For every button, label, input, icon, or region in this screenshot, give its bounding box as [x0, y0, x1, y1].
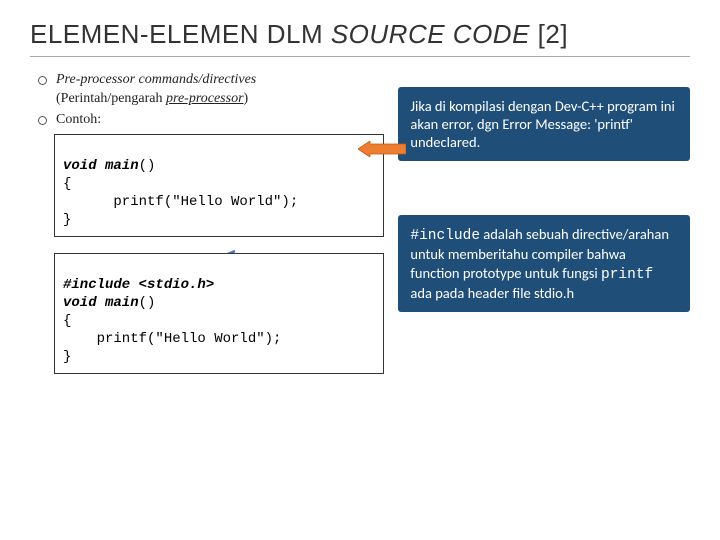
code1-l2: { — [63, 176, 71, 192]
code1-l4: } — [63, 212, 71, 228]
callout2-post: ada pada header file stdio.h — [410, 284, 574, 302]
code2-l1a: #include — [63, 277, 130, 293]
content: Pre-processor commands/directives (Perin… — [30, 71, 690, 390]
bullet-1-open: (Perintah/pengarah — [56, 91, 166, 106]
bullet-list: Pre-processor commands/directives (Perin… — [34, 71, 386, 130]
callout2-code: printf — [601, 267, 653, 283]
code1-l3: printf("Hello World"); — [63, 194, 298, 210]
callout1-text: Jika di kompilasi dengan Dev-C++ program… — [410, 97, 674, 151]
left-column: Pre-processor commands/directives (Perin… — [30, 71, 386, 390]
right-column: Jika di kompilasi dengan Dev-C++ program… — [398, 71, 690, 390]
bullet-1: Pre-processor commands/directives (Perin… — [34, 71, 386, 109]
title-italic: SOURCE CODE — [331, 19, 530, 49]
title-pre: ELEMEN-ELEMEN DLM — [30, 19, 331, 49]
code2-l2a: void main — [63, 295, 139, 311]
bullet-1-em: Pre-processor commands/directives — [56, 72, 256, 87]
code-box-2: #include <stdio.h> void main() { printf(… — [54, 253, 384, 374]
code2-l4: printf("Hello World"); — [63, 331, 281, 347]
bullet-2-text: Contoh: — [56, 112, 101, 127]
callout-1: Jika di kompilasi dengan Dev-C++ program… — [398, 87, 690, 161]
code2-l5: } — [63, 349, 71, 365]
code2-wrap: #include <stdio.h> void main() { printf(… — [30, 253, 386, 374]
callout2-pre: #include — [410, 228, 480, 244]
code1-l1a: void main — [63, 158, 139, 174]
bullet-1-u: pre-processor — [166, 91, 244, 106]
slide: ELEMEN-ELEMEN DLM SOURCE CODE [2] Pre-pr… — [0, 0, 720, 410]
title-suffix: [2] — [530, 19, 568, 49]
code1-l1b: () — [139, 158, 156, 174]
bullet-1-close: ) — [244, 91, 249, 106]
bullet-2: Contoh: — [34, 111, 386, 130]
code2-l2b: () — [139, 295, 156, 311]
code2-l1b: <stdio.h> — [130, 277, 214, 293]
page-title: ELEMEN-ELEMEN DLM SOURCE CODE [2] — [30, 20, 690, 57]
code2-l3: { — [63, 313, 71, 329]
callout-2: #include adalah sebuah directive/arahan … — [398, 215, 690, 312]
code-box-1: void main() { printf("Hello World"); } — [54, 134, 384, 237]
